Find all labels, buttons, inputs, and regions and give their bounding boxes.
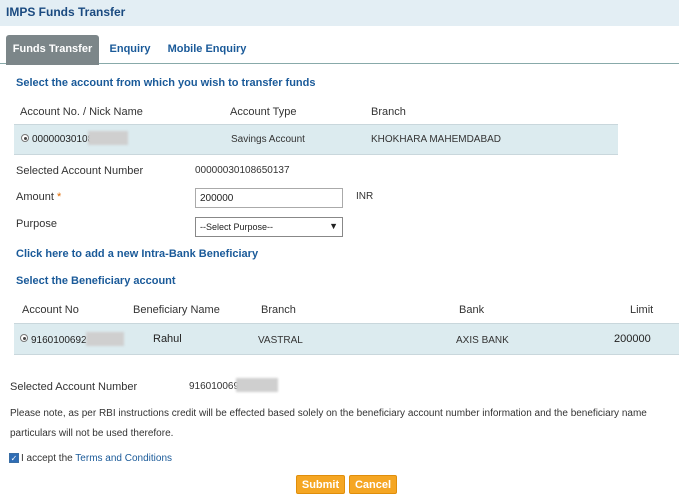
col-branch: Branch <box>371 106 406 118</box>
currency-label: INR <box>356 191 374 202</box>
source-account-branch: KHOKHARA MAHEMDABAD <box>371 134 502 145</box>
selected-account-value: 00000030108650137 <box>195 165 290 176</box>
amount-input[interactable]: 200000 <box>195 188 343 208</box>
source-account-type: Savings Account <box>231 134 305 145</box>
source-account-number: 00000030108 <box>32 134 94 145</box>
col-account-nick: Account No. / Nick Name <box>20 106 143 118</box>
tab-funds-transfer[interactable]: Funds Transfer <box>6 35 99 65</box>
source-account-prompt: Select the account from which you wish t… <box>16 77 316 89</box>
col-account-type: Account Type <box>230 106 297 118</box>
rbi-note-line2: particulars will not be used therefore. <box>10 428 174 439</box>
masked-digits <box>88 131 128 145</box>
page-header: IMPS Funds Transfer <box>0 0 679 26</box>
beneficiary-bank: AXIS BANK <box>456 335 509 346</box>
tab-bar: Funds Transfer Enquiry Mobile Enquiry <box>0 33 679 65</box>
beneficiary-limit: 200000 <box>614 333 651 345</box>
beneficiary-name: Rahul <box>153 333 182 345</box>
rbi-note-line1: Please note, as per RBI instructions cre… <box>10 408 647 419</box>
source-account-radio[interactable] <box>21 134 29 142</box>
tab-enquiry[interactable]: Enquiry <box>104 35 156 64</box>
ben-selected-account-label: Selected Account Number <box>10 381 138 393</box>
ben-selected-account-value: 916010069 <box>189 381 240 392</box>
selected-account-label: Selected Account Number <box>16 165 144 177</box>
cancel-button[interactable]: Cancel <box>349 475 397 494</box>
page-title: IMPS Funds Transfer <box>6 5 126 19</box>
terms-checkbox[interactable]: ✓ <box>9 453 19 463</box>
col-ben-limit: Limit <box>630 304 654 316</box>
terms-link[interactable]: Terms and Conditions <box>75 453 172 464</box>
purpose-label: Purpose <box>16 218 57 230</box>
col-ben-account: Account No <box>22 304 79 316</box>
submit-button[interactable]: Submit <box>296 475 345 494</box>
terms-text: I accept the Terms and Conditions <box>21 453 172 464</box>
beneficiary-branch: VASTRAL <box>258 335 303 346</box>
beneficiary-prompt: Select the Beneficiary account <box>16 275 176 287</box>
col-ben-branch: Branch <box>261 304 296 316</box>
terms-prefix: I accept the <box>21 453 76 464</box>
amount-label-text: Amount <box>16 191 54 203</box>
required-mark: * <box>56 191 62 203</box>
purpose-select[interactable]: --Select Purpose-- ▼ <box>195 217 343 237</box>
tab-mobile-enquiry[interactable]: Mobile Enquiry <box>166 35 248 64</box>
masked-digits <box>86 332 124 346</box>
beneficiary-radio[interactable] <box>20 334 28 342</box>
masked-digits <box>236 378 278 392</box>
col-ben-name: Beneficiary Name <box>133 304 220 316</box>
chevron-down-icon: ▼ <box>329 221 338 231</box>
amount-label: Amount * <box>16 191 61 203</box>
col-ben-bank: Bank <box>459 304 485 316</box>
beneficiary-account-number: 9160100692 <box>31 335 87 346</box>
purpose-selected-text: --Select Purpose-- <box>200 222 274 232</box>
add-beneficiary-link[interactable]: Click here to add a new Intra-Bank Benef… <box>16 248 258 260</box>
